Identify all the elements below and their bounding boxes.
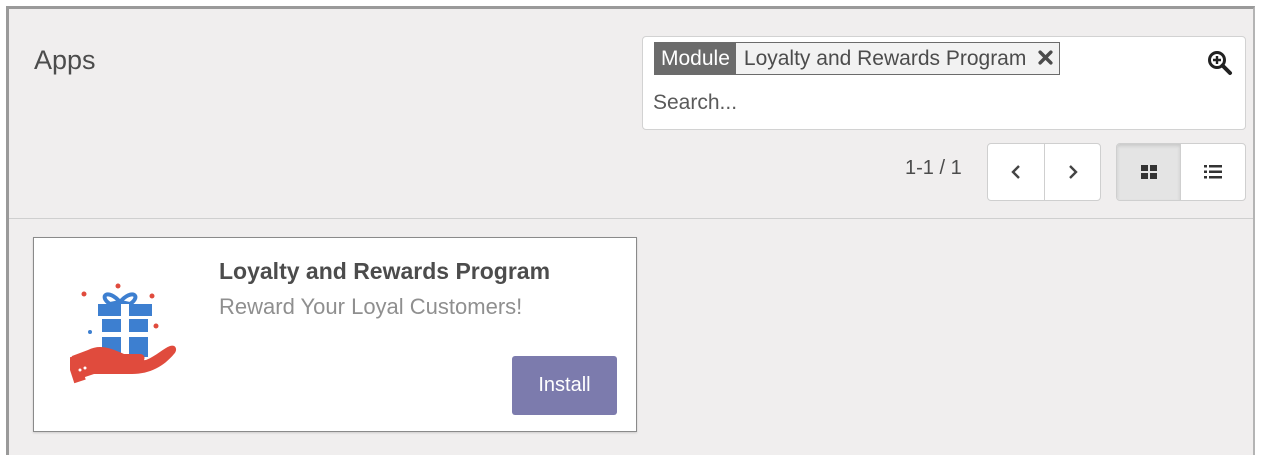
app-name: Loyalty and Rewards Program <box>219 258 551 284</box>
page-title: Apps <box>34 45 96 75</box>
search-bar[interactable]: Module Loyalty and Rewards Program <box>642 36 1246 130</box>
gift-hand-icon <box>66 274 190 386</box>
pager-buttons <box>987 143 1101 201</box>
facet-value: Loyalty and Rewards Program <box>743 47 1027 70</box>
kanban-view-button[interactable] <box>1117 144 1180 200</box>
kanban-grid-icon <box>1140 165 1157 179</box>
apps-view: Apps Module Loyalty and Rewards Program … <box>6 6 1255 455</box>
chevron-left-icon <box>1011 165 1020 179</box>
pager-next-button[interactable] <box>1044 144 1100 200</box>
remove-facet-icon[interactable] <box>1038 50 1053 65</box>
pager-previous-button[interactable] <box>988 144 1044 200</box>
search-options-icon[interactable] <box>1207 50 1233 76</box>
facet-value-wrap: Loyalty and Rewards Program <box>735 43 1060 74</box>
pager-value[interactable]: 1-1 / 1 <box>905 157 962 180</box>
facet-label: Module <box>655 43 736 74</box>
list-view-button[interactable] <box>1180 144 1245 200</box>
chevron-right-icon <box>1068 165 1078 179</box>
install-button[interactable]: Install <box>512 356 617 415</box>
control-panel-divider <box>9 218 1253 219</box>
search-facet: Module Loyalty and Rewards Program <box>654 42 1061 75</box>
view-switcher <box>1116 143 1246 201</box>
search-input[interactable] <box>653 87 1193 119</box>
app-summary: Reward Your Loyal Customers! <box>219 294 523 319</box>
app-card[interactable]: Loyalty and Rewards Program Reward Your … <box>33 237 637 432</box>
list-icon <box>1204 165 1222 179</box>
